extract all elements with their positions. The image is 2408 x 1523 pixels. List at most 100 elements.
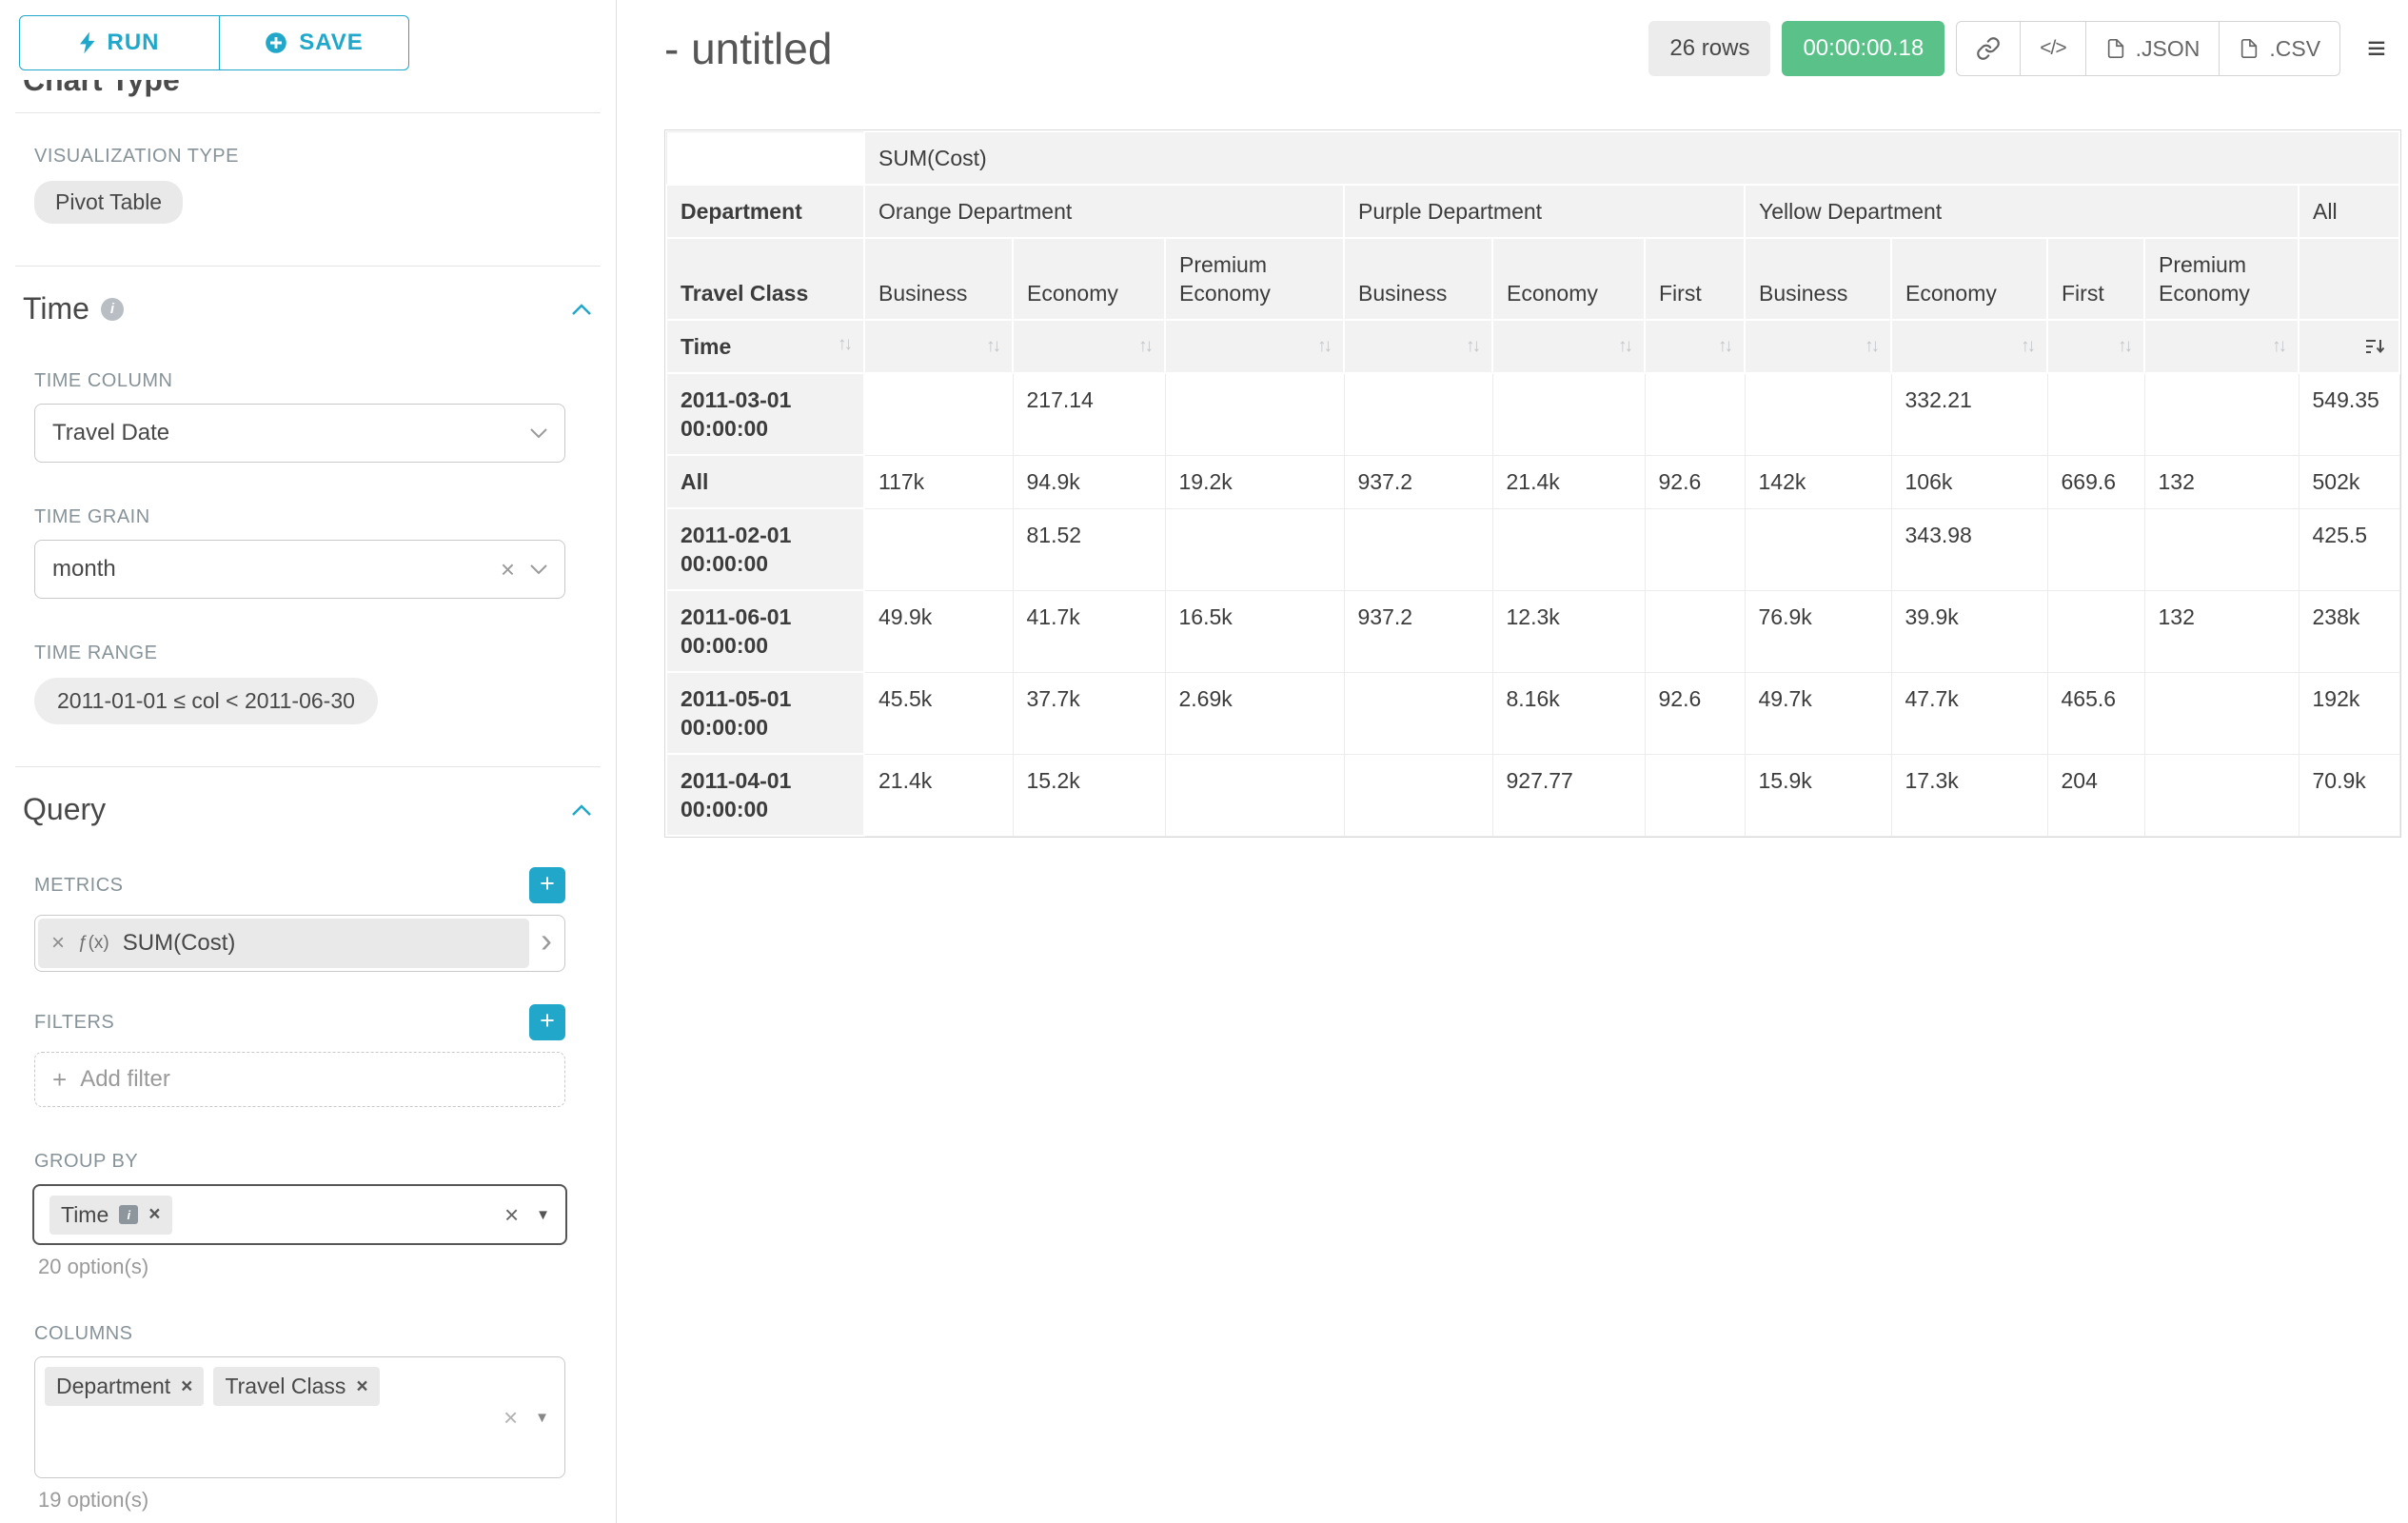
remove-tag-icon[interactable]: × — [148, 1203, 160, 1226]
class-header: Business — [864, 238, 1013, 320]
chart-panel: - untitled 26 rows 00:00:00.18 </> — [617, 0, 2408, 1523]
collapse-chevron-icon[interactable] — [572, 304, 591, 315]
plus-icon: + — [52, 1065, 67, 1095]
add-filter-plus-button[interactable]: + — [529, 1004, 565, 1040]
sort-toggle-icon[interactable]: ↑↓ — [2272, 334, 2284, 359]
file-icon — [2105, 38, 2126, 59]
add-filter-button[interactable]: + Add filter — [34, 1052, 565, 1107]
sort-toggle-icon[interactable]: ↑↓ — [1317, 334, 1330, 359]
pivot-data-row: 2011-05-01 00:00:0045.5k37.7k2.69k8.16k9… — [666, 672, 2399, 754]
visualization-type-label: VISUALIZATION TYPE — [34, 146, 616, 168]
sort-cell: ↑↓ — [1165, 320, 1344, 373]
hamburger-icon: ≡ — [2367, 30, 2386, 68]
value-cell: 15.9k — [1745, 754, 1891, 836]
value-cell — [2144, 373, 2299, 455]
columns-select[interactable]: Department × Travel Class × × ▼ — [34, 1356, 565, 1478]
remove-metric-icon[interactable]: × — [51, 930, 65, 957]
export-csv-button[interactable]: .CSV — [2219, 21, 2340, 76]
divider — [15, 112, 601, 113]
clear-icon[interactable]: × — [504, 1202, 519, 1227]
group-header: Orange Department — [864, 185, 1344, 238]
value-cell: 132 — [2144, 590, 2299, 672]
value-cell: 192k — [2299, 672, 2399, 754]
class-header: Business — [1745, 238, 1891, 320]
value-cell: 19.2k — [1165, 455, 1344, 508]
triangle-down-icon[interactable]: ▼ — [536, 1207, 550, 1223]
value-cell: 92.6 — [1645, 455, 1745, 508]
value-cell — [1645, 373, 1745, 455]
class-header: Premium Economy — [1165, 238, 1344, 320]
metric-control[interactable]: × ƒ(x) SUM(Cost) › — [34, 915, 565, 972]
plus-circle-icon — [265, 31, 287, 54]
sort-toggle-icon[interactable]: ↑↓ — [1466, 334, 1478, 359]
chart-type-section-title: Chart Type — [23, 80, 616, 103]
value-cell: 217.14 — [1013, 373, 1165, 455]
value-cell — [2047, 590, 2144, 672]
value-cell — [1745, 373, 1891, 455]
value-cell: 2.69k — [1165, 672, 1344, 754]
time-grain-value: month — [52, 556, 116, 583]
run-button[interactable]: RUN — [19, 15, 220, 70]
menu-button[interactable]: ≡ — [2352, 21, 2401, 76]
columns-options-count: 19 option(s) — [38, 1488, 616, 1513]
remove-tag-icon[interactable]: × — [181, 1375, 192, 1398]
time-range-pill[interactable]: 2011-01-01 ≤ col < 2011-06-30 — [34, 678, 378, 724]
clear-icon[interactable]: × — [501, 557, 515, 582]
pivot-data-row: 2011-04-01 00:00:0021.4k15.2k927.7715.9k… — [666, 754, 2399, 836]
query-section-title: Query — [23, 792, 106, 827]
class-header: Economy — [1891, 238, 2047, 320]
add-filter-label: Add filter — [80, 1066, 170, 1093]
value-cell: 76.9k — [1745, 590, 1891, 672]
triangle-down-icon[interactable]: ▼ — [535, 1410, 549, 1426]
sort-toggle-icon[interactable]: ↑↓ — [2021, 334, 2033, 359]
lightning-icon — [80, 31, 96, 54]
value-cell: 41.7k — [1013, 590, 1165, 672]
remove-tag-icon[interactable]: × — [356, 1375, 367, 1398]
embed-code-button[interactable]: </> — [2020, 21, 2085, 76]
file-icon — [2239, 38, 2260, 59]
value-cell: 12.3k — [1492, 590, 1645, 672]
chart-title[interactable]: - untitled — [664, 23, 832, 74]
sort-cell: ↑↓ — [864, 320, 1013, 373]
export-json-button[interactable]: .JSON — [2085, 21, 2220, 76]
visualization-type-pill[interactable]: Pivot Table — [34, 181, 183, 224]
time-column-select[interactable]: Travel Date — [34, 404, 565, 463]
json-label: .JSON — [2136, 36, 2201, 62]
value-cell: 21.4k — [1492, 455, 1645, 508]
value-cell: 45.5k — [864, 672, 1013, 754]
value-cell: 39.9k — [1891, 590, 2047, 672]
action-buttons: RUN SAVE — [19, 15, 616, 70]
class-header: First — [2047, 238, 2144, 320]
value-cell: 21.4k — [864, 754, 1013, 836]
add-metric-button[interactable]: + — [529, 867, 565, 903]
save-button[interactable]: SAVE — [219, 15, 409, 70]
value-cell — [2144, 754, 2299, 836]
metric-pill[interactable]: × ƒ(x) SUM(Cost) — [38, 919, 529, 968]
time-grain-label: TIME GRAIN — [34, 506, 616, 528]
metrics-label: METRICS — [34, 875, 124, 897]
sort-toggle-icon[interactable]: ↑↓ — [2118, 334, 2130, 359]
group-by-tag[interactable]: Time i × — [49, 1196, 172, 1235]
sort-cell: ↑↓ — [1013, 320, 1165, 373]
value-cell: 92.6 — [1645, 672, 1745, 754]
group-by-label: GROUP BY — [34, 1151, 616, 1173]
sort-toggle-icon[interactable]: ↑↓ — [1865, 334, 1877, 359]
sort-toggle-icon[interactable]: ↑↓ — [1718, 334, 1730, 359]
sort-toggle-icon[interactable]: ↑↓ — [1618, 334, 1630, 359]
sort-toggle-icon[interactable]: ↑↓ — [986, 334, 998, 359]
clear-icon[interactable]: × — [503, 1405, 518, 1430]
sort-toggle-icon[interactable]: ↑↓ — [1138, 334, 1151, 359]
collapse-chevron-icon[interactable] — [572, 804, 591, 816]
class-header: Premium Economy — [2144, 238, 2299, 320]
caret-right-icon[interactable]: › — [529, 923, 562, 963]
tag-label: Department — [56, 1374, 170, 1399]
copy-link-button[interactable] — [1956, 21, 2021, 76]
columns-tag[interactable]: Travel Class × — [213, 1367, 379, 1406]
group-by-select[interactable]: Time i × × ▼ — [32, 1184, 567, 1245]
value-cell — [2144, 508, 2299, 590]
time-grain-select[interactable]: month × — [34, 540, 565, 599]
columns-tag[interactable]: Department × — [45, 1367, 204, 1406]
pivot-sort-row: Time↑↓↑↓↑↓↑↓↑↓↑↓↑↓↑↓↑↓↑↓↑↓ — [666, 320, 2399, 373]
sort-desc-active-icon[interactable] — [2365, 339, 2385, 355]
sort-toggle-icon[interactable]: ↑↓ — [838, 332, 850, 357]
